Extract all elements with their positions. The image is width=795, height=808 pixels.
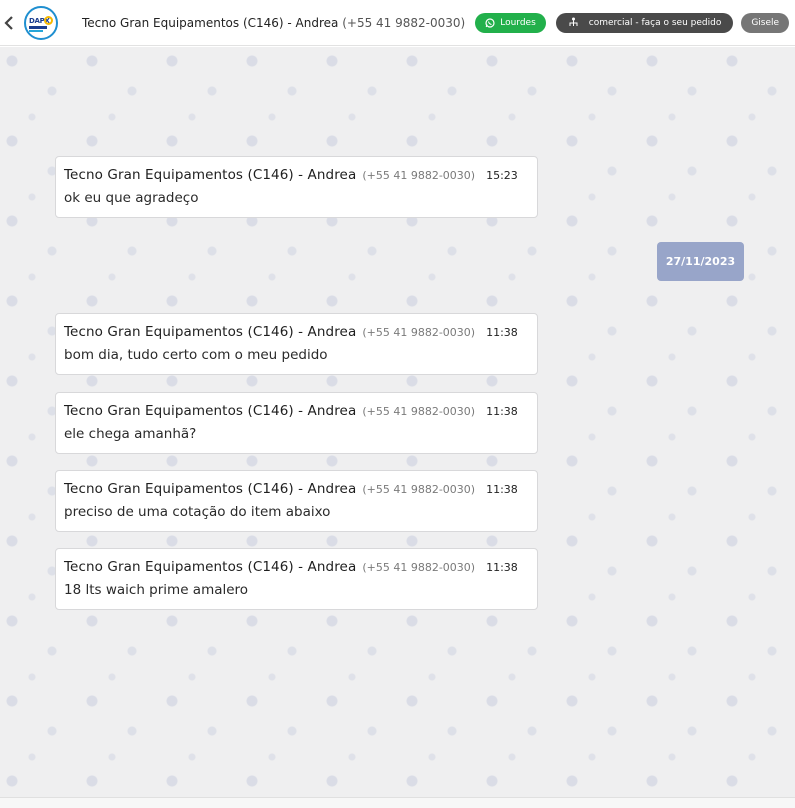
message-time: 11:38	[486, 326, 518, 339]
message-sender: Tecno Gran Equipamentos (C146) - Andrea	[64, 481, 357, 497]
message-bubble[interactable]: Tecno Gran Equipamentos (C146) - Andrea …	[55, 156, 538, 218]
message-text: bom dia, tudo certo com o meu pedido	[64, 347, 328, 363]
message-phone: (+55 41 9882-0030)	[362, 405, 476, 418]
chevron-left-icon	[4, 15, 13, 30]
message-time: 11:38	[486, 561, 518, 574]
contact-title: Tecno Gran Equipamentos (C146) - Andrea …	[82, 16, 465, 30]
message-sender: Tecno Gran Equipamentos (C146) - Andrea	[64, 324, 357, 340]
contact-phone: (+55 41 9882-0030)	[342, 15, 466, 30]
message-bubble[interactable]: Tecno Gran Equipamentos (C146) - Andrea …	[55, 470, 538, 532]
message-text: ok eu que agradeço	[64, 190, 199, 206]
message-phone: (+55 41 9882-0030)	[362, 483, 476, 496]
tag-lourdes[interactable]: Lourdes	[475, 12, 546, 33]
tag-gisele[interactable]: Gisele	[741, 12, 790, 33]
message-phone: (+55 41 9882-0030)	[362, 561, 476, 574]
message-sender: Tecno Gran Equipamentos (C146) - Andrea	[64, 403, 357, 419]
message-time: 11:38	[486, 483, 518, 496]
chat-area[interactable]: Tecno Gran Equipamentos (C146) - Andrea …	[0, 47, 795, 797]
contact-name: Tecno Gran Equipamentos (C146) - Andrea	[82, 15, 339, 30]
message-phone: (+55 41 9882-0030)	[362, 169, 476, 182]
message-text: ele chega amanhã?	[64, 426, 197, 442]
message-bubble[interactable]: Tecno Gran Equipamentos (C146) - Andrea …	[55, 548, 538, 610]
message-text: 18 lts waich prime amalero	[64, 582, 249, 598]
date-separator: 27/11/2023	[657, 242, 744, 281]
message-sender: Tecno Gran Equipamentos (C146) - Andrea	[64, 167, 357, 183]
sitemap-icon	[569, 17, 578, 26]
message-time: 15:23	[486, 169, 518, 182]
chat-header: DAPX Tecno Gran Equipamentos (C146) - An…	[0, 0, 795, 46]
message-bubble[interactable]: Tecno Gran Equipamentos (C146) - Andrea …	[55, 392, 538, 454]
message-phone: (+55 41 9882-0030)	[362, 326, 476, 339]
back-button[interactable]	[0, 0, 18, 46]
message-time: 11:38	[486, 405, 518, 418]
message-sender: Tecno Gran Equipamentos (C146) - Andrea	[64, 559, 357, 575]
message-bubble[interactable]: Tecno Gran Equipamentos (C146) - Andrea …	[55, 313, 538, 375]
company-logo: DAPX	[24, 5, 58, 40]
whatsapp-icon	[485, 17, 495, 28]
tag-department[interactable]: comercial - faça o seu pedido	[555, 12, 734, 33]
chat-footer	[0, 797, 795, 808]
message-text: preciso de uma cotação do item abaixo	[64, 504, 331, 520]
